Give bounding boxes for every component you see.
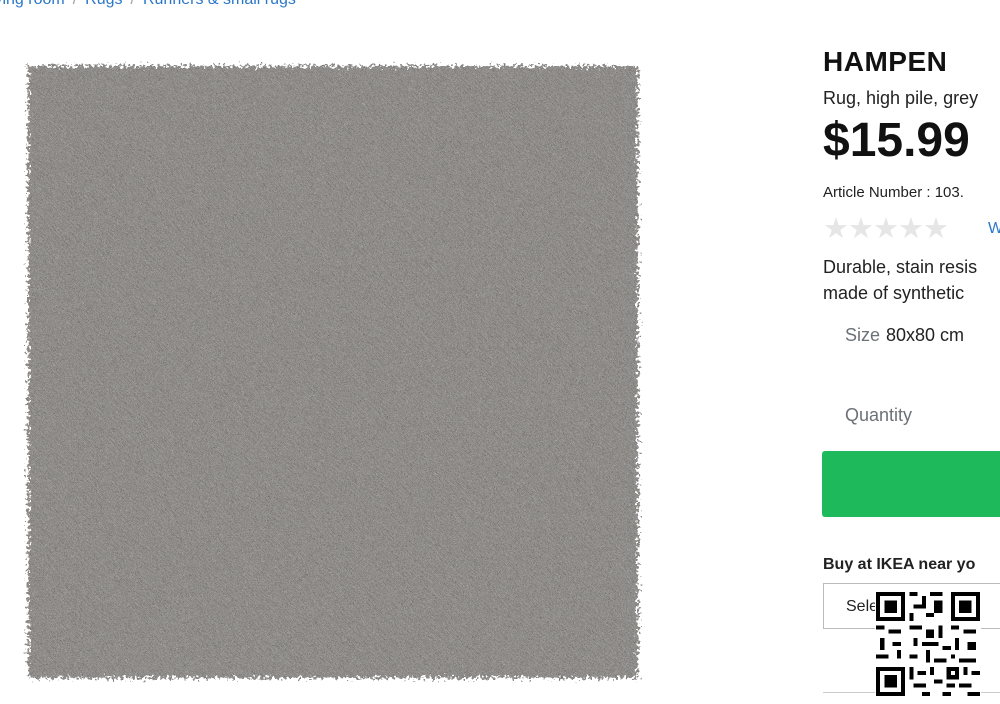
article-number: Article Number : 103. xyxy=(823,184,964,201)
breadcrumb-link-living-room[interactable]: Living room xyxy=(0,0,65,8)
product-description: Durable, stain resis made of synthetic xyxy=(823,254,977,306)
breadcrumb: Living room / Rugs / Runners & small rugs xyxy=(0,0,296,9)
breadcrumb-link-rugs[interactable]: Rugs xyxy=(85,0,122,8)
product-title: HAMPEN xyxy=(823,46,948,77)
breadcrumb-separator: / xyxy=(131,0,135,8)
description-line: Durable, stain resis xyxy=(823,257,978,277)
description-line: made of synthetic xyxy=(823,283,965,303)
rating-stars-icon: ★★★★★ xyxy=(823,213,949,245)
size-selector[interactable]: Size 80x80 cm xyxy=(845,325,964,346)
qr-code-icon xyxy=(875,592,981,696)
buy-near-you-heading: Buy at IKEA near yo xyxy=(823,556,976,573)
product-image[interactable] xyxy=(18,58,648,688)
breadcrumb-separator: / xyxy=(73,0,77,8)
product-price: $15.99 xyxy=(823,114,970,167)
size-value: 80x80 cm xyxy=(886,325,965,345)
write-review-link[interactable]: W xyxy=(988,220,1000,238)
size-label: Size xyxy=(845,325,881,345)
product-subtitle: Rug, high pile, grey xyxy=(823,88,979,108)
quantity-label: Quantity xyxy=(845,405,913,425)
add-to-cart-button[interactable] xyxy=(822,451,1000,517)
breadcrumb-link-runners[interactable]: Runners & small rugs xyxy=(143,0,296,8)
